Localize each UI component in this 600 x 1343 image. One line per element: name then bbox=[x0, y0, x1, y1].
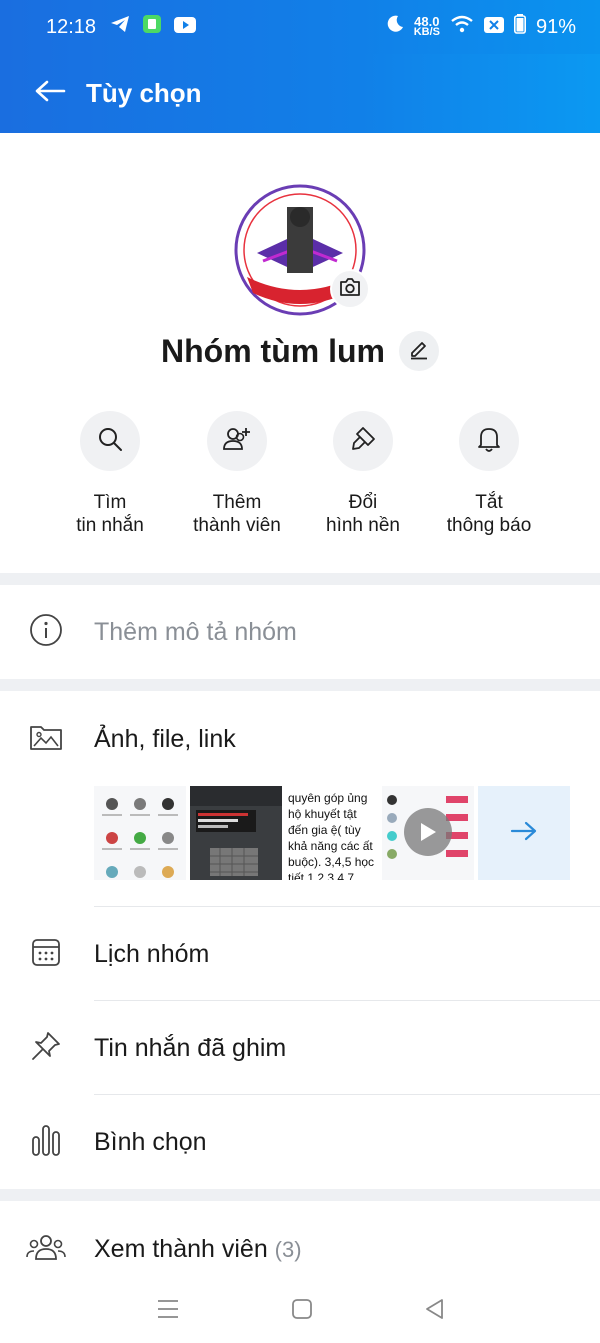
moon-icon bbox=[386, 15, 404, 39]
group-calendar-row[interactable]: Lịch nhóm bbox=[0, 907, 600, 1001]
calendar-icon bbox=[32, 936, 62, 973]
page-title: Tùy chọn bbox=[86, 78, 202, 108]
members-icon bbox=[26, 1232, 66, 1267]
pinned-messages-label: Tin nhắn đã ghim bbox=[94, 1033, 287, 1062]
app-bar: Tùy chọn bbox=[0, 54, 600, 133]
pinned-messages-row[interactable]: Tin nhắn đã ghim bbox=[0, 1001, 600, 1095]
paint-icon bbox=[349, 425, 377, 458]
mute-notifications-action[interactable]: Tắt thông báo bbox=[419, 411, 559, 537]
media-thumbnail[interactable] bbox=[190, 786, 282, 880]
arrow-right-icon bbox=[510, 820, 538, 847]
change-background-action[interactable]: Đổi hình nền bbox=[293, 411, 433, 537]
arrow-left-icon bbox=[34, 79, 66, 108]
add-description-row[interactable]: Thêm mô tả nhóm bbox=[0, 585, 600, 679]
group-name-row: Nhóm tùm lum bbox=[0, 331, 600, 371]
home-button[interactable] bbox=[291, 1298, 313, 1325]
quick-actions: Tìm tin nhắn Thêm thành viên Đổi hình nền T… bbox=[0, 411, 600, 551]
play-icon bbox=[404, 808, 452, 856]
section-divider bbox=[0, 573, 600, 585]
system-back-button[interactable] bbox=[424, 1298, 444, 1325]
section-divider bbox=[0, 679, 600, 691]
see-all-media-button[interactable] bbox=[478, 786, 570, 880]
group-calendar-label: Lịch nhóm bbox=[94, 939, 210, 968]
app-notification-icon bbox=[142, 14, 162, 40]
media-thumbnails: quyên góp ủng hộ khuyết tật đến gia ệ( t… bbox=[94, 786, 574, 880]
bell-icon bbox=[476, 425, 502, 458]
media-thumbnail[interactable] bbox=[94, 786, 186, 880]
wifi-icon bbox=[450, 15, 474, 39]
section-divider bbox=[0, 1189, 600, 1201]
search-icon bbox=[96, 425, 124, 458]
members-count: (3) bbox=[274, 1236, 302, 1262]
youtube-icon bbox=[174, 16, 197, 39]
recent-apps-button[interactable] bbox=[156, 1298, 180, 1325]
add-member-icon bbox=[222, 425, 252, 458]
group-name: Nhóm tùm lum bbox=[161, 332, 385, 369]
media-thumbnail[interactable]: quyên góp ủng hộ khuyết tật đến gia ệ( t… bbox=[286, 786, 378, 880]
edit-name-button[interactable] bbox=[398, 331, 439, 371]
system-nav-bar bbox=[0, 1280, 600, 1343]
poll-row[interactable]: Bình chọn bbox=[0, 1095, 600, 1189]
add-member-action[interactable]: Thêm thành viên bbox=[167, 411, 307, 537]
poll-label: Bình chọn bbox=[94, 1127, 207, 1156]
info-icon bbox=[30, 613, 63, 652]
media-section-label: Ảnh, file, link bbox=[94, 724, 236, 753]
view-members-label: Xem thành viên (3) bbox=[94, 1234, 302, 1263]
search-messages-action[interactable]: Tìm tin nhắn bbox=[40, 411, 180, 537]
net-speed: 48.0 KB/S bbox=[413, 14, 440, 38]
media-video-thumbnail[interactable] bbox=[382, 786, 474, 880]
sim-off-icon bbox=[483, 16, 504, 39]
pin-icon bbox=[32, 1030, 62, 1067]
folder-image-icon bbox=[30, 722, 64, 757]
group-profile: Nhóm tùm lum Tìm tin nhắn Thêm thành viên … bbox=[0, 133, 600, 573]
media-files-links-row[interactable]: Ảnh, file, link bbox=[0, 691, 600, 787]
change-avatar-button[interactable] bbox=[330, 269, 370, 309]
back-button[interactable] bbox=[18, 62, 82, 126]
pencil-icon bbox=[408, 338, 430, 365]
poll-icon bbox=[32, 1123, 62, 1162]
battery-icon bbox=[513, 14, 526, 40]
status-time: 12:18 bbox=[46, 15, 97, 38]
battery-percent: 91% bbox=[535, 15, 576, 38]
telegram-icon bbox=[110, 15, 130, 39]
add-description-label: Thêm mô tả nhóm bbox=[94, 617, 297, 646]
camera-icon bbox=[338, 276, 362, 303]
status-bar: 12:18 48.0 KB/S 91% bbox=[0, 0, 600, 54]
